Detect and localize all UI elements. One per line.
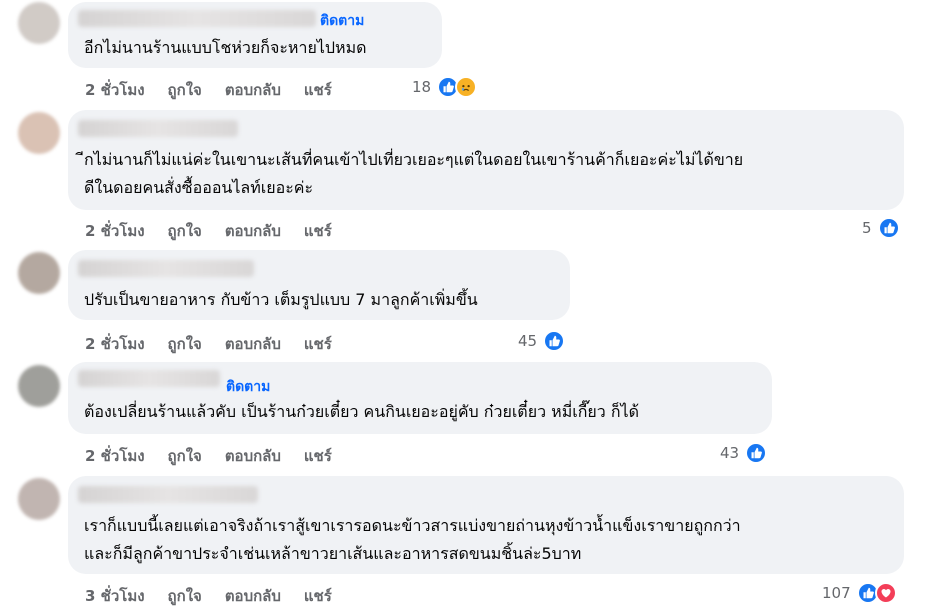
reply-button[interactable]: ตอบกลับ: [225, 444, 281, 468]
like-button[interactable]: ถูกใจ: [168, 219, 202, 243]
like-icon: [543, 330, 566, 352]
comment-text: ปรับเป็นขายอาหาร กับข้าว เต็มรูปแบบ 7 มา…: [84, 290, 478, 309]
follow-button[interactable]: ติดตาม: [226, 376, 270, 398]
timestamp[interactable]: 2 ชั่วโมง: [85, 444, 145, 468]
comment-actions: 2 ชั่วโมง ถูกใจ ตอบกลับ แชร์: [85, 332, 355, 356]
reaction-count: 107: [822, 584, 851, 602]
comment-text: ดีในดอยคนสั่งซื้อออนไลท์เยอะค่ะ: [84, 178, 314, 197]
reply-button[interactable]: ตอบกลับ: [225, 332, 281, 356]
share-button[interactable]: แชร์: [304, 78, 332, 102]
avatar[interactable]: [18, 478, 60, 520]
reaction-count: 18: [412, 78, 432, 96]
timestamp[interactable]: 3 ชั่วโมง: [85, 584, 145, 608]
share-button[interactable]: แชร์: [304, 219, 332, 243]
comment-text: เราก็แบบนี้เลยแต่เอาจริงถ้าเราสู้เขาเราร…: [84, 516, 741, 535]
timestamp[interactable]: 2 ชั่วโมง: [85, 219, 145, 243]
author-name-redacted[interactable]: [78, 120, 238, 137]
reaction-summary[interactable]: 43: [720, 442, 768, 464]
comment-bubble: เราก็แบบนี้เลยแต่เอาจริงถ้าเราสู้เขาเราร…: [68, 476, 904, 574]
reaction-count: 5: [862, 219, 872, 237]
reaction-summary[interactable]: 5: [862, 217, 900, 239]
share-button[interactable]: แชร์: [304, 444, 332, 468]
like-button[interactable]: ถูกใจ: [168, 332, 202, 356]
comment-text: และก็มีลูกค้าขาประจำเช่นเหล้าขาวยาเส้นแล…: [84, 544, 582, 563]
like-button[interactable]: ถูกใจ: [168, 78, 202, 102]
avatar[interactable]: [18, 112, 60, 154]
like-icon: [877, 217, 900, 239]
reaction-count: 45: [518, 332, 538, 350]
share-button[interactable]: แชร์: [304, 584, 332, 608]
author-name-redacted[interactable]: [78, 370, 220, 387]
like-button[interactable]: ถูกใจ: [168, 444, 202, 468]
comment-actions: 2 ชั่วโมง ถูกใจ ตอบกลับ แชร์: [85, 78, 355, 102]
like-icon: [745, 442, 768, 464]
reaction-summary[interactable]: 45: [518, 330, 566, 352]
reply-button[interactable]: ตอบกลับ: [225, 584, 281, 608]
follow-button[interactable]: ติดตาม: [320, 10, 364, 32]
comment-actions: 3 ชั่วโมง ถูกใจ ตอบกลับ แชร์: [85, 584, 355, 608]
timestamp[interactable]: 2 ชั่วโมง: [85, 78, 145, 102]
sad-icon: [455, 76, 478, 98]
comment-text: ีกไม่นานก็ไม่แน่ค่ะในเขานะเส้นที่คนเข้าไ…: [84, 150, 744, 169]
comment-actions: 2 ชั่วโมง ถูกใจ ตอบกลับ แชร์: [85, 444, 355, 468]
author-name-redacted[interactable]: [78, 486, 258, 503]
share-button[interactable]: แชร์: [304, 332, 332, 356]
reaction-summary[interactable]: 18: [412, 76, 478, 98]
author-name-redacted[interactable]: [78, 260, 254, 277]
avatar[interactable]: [18, 252, 60, 294]
comment-text: อีกไม่นานร้านแบบโชห่วยก็จะหายไปหมด: [84, 38, 367, 57]
reply-button[interactable]: ตอบกลับ: [225, 219, 281, 243]
timestamp[interactable]: 2 ชั่วโมง: [85, 332, 145, 356]
comment-bubble: ติดตาม ต้องเปลี่ยนร้านแล้วคับ เป็นร้านก๋…: [68, 362, 772, 434]
comment-actions: 2 ชั่วโมง ถูกใจ ตอบกลับ แชร์: [85, 219, 355, 243]
comment-bubble: ติดตาม อีกไม่นานร้านแบบโชห่วยก็จะหายไปหม…: [68, 2, 442, 68]
comment-bubble: ปรับเป็นขายอาหาร กับข้าว เต็มรูปแบบ 7 มา…: [68, 250, 570, 320]
reply-button[interactable]: ตอบกลับ: [225, 78, 281, 102]
author-name-redacted[interactable]: [78, 10, 316, 27]
like-button[interactable]: ถูกใจ: [168, 584, 202, 608]
reaction-count: 43: [720, 444, 740, 462]
love-icon: [874, 582, 897, 604]
comment-text: ต้องเปลี่ยนร้านแล้วคับ เป็นร้านก๋วยเตี๋ย…: [84, 402, 639, 421]
reaction-summary[interactable]: 107: [822, 582, 897, 604]
avatar[interactable]: [18, 365, 60, 407]
avatar[interactable]: [18, 2, 60, 44]
comment-bubble: ีกไม่นานก็ไม่แน่ค่ะในเขานะเส้นที่คนเข้าไ…: [68, 110, 904, 210]
